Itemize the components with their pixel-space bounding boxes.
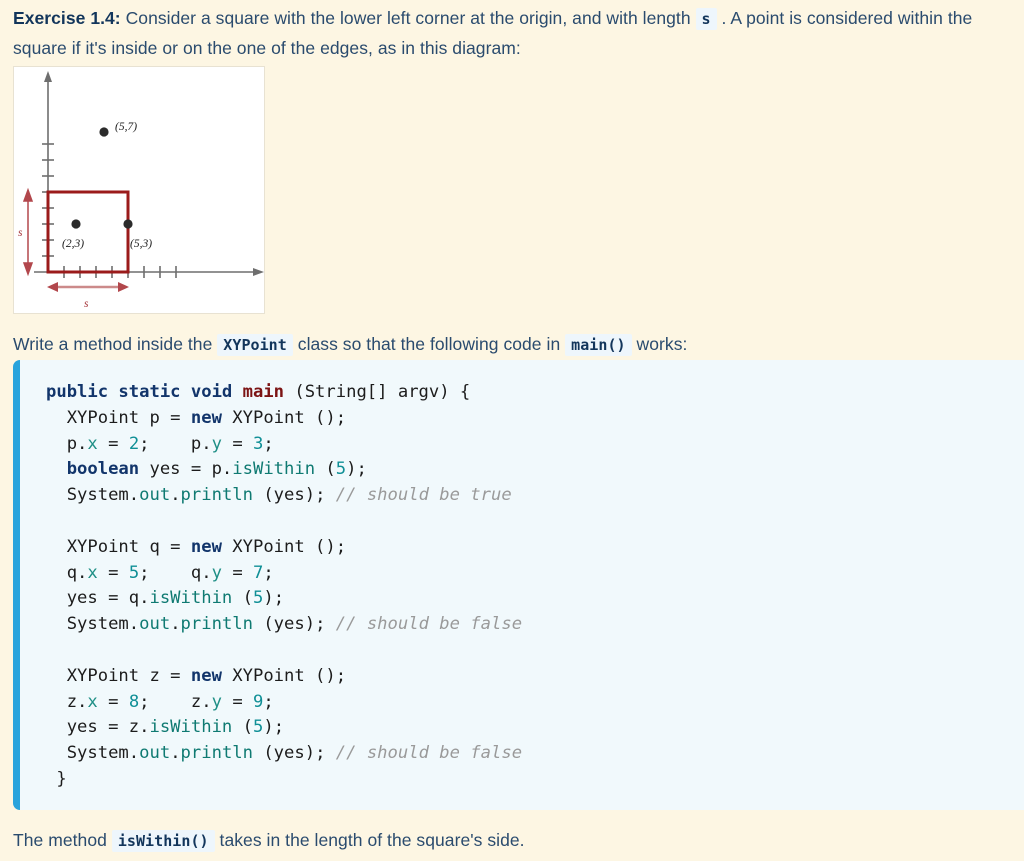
point-5-7 bbox=[99, 127, 109, 137]
inline-code-s: s bbox=[695, 8, 717, 30]
exercise-page: Exercise 1.4: Consider a square with the… bbox=[0, 0, 1024, 861]
vertical-side-measure bbox=[22, 187, 34, 277]
label-side-vertical: s bbox=[18, 227, 23, 239]
diagram-svg: (5,7) (2,3) (5,3) s s bbox=[18, 71, 264, 310]
instruction-text-part1: Write a method inside the bbox=[13, 334, 218, 354]
square-shape bbox=[46, 190, 130, 274]
intro-text-part1: Consider a square with the lower left co… bbox=[120, 8, 696, 28]
square-diagram: (5,7) (2,3) (5,3) s s bbox=[13, 66, 265, 314]
point-2-3 bbox=[71, 219, 81, 229]
closing-line: The method isWithin() takes in the lengt… bbox=[13, 826, 1013, 856]
horizontal-side-measure bbox=[47, 282, 129, 292]
intro-paragraph: Exercise 1.4: Consider a square with the… bbox=[13, 4, 1013, 63]
label-side-horizontal: s bbox=[84, 298, 89, 310]
instruction-text-part3: works: bbox=[631, 334, 688, 354]
closing-text-part2: takes in the length of the square's side… bbox=[214, 830, 525, 850]
instruction-text-part2: class so that the following code in bbox=[292, 334, 566, 354]
code-block: public static void main (String[] argv) … bbox=[13, 360, 1024, 810]
closing-text-part1: The method bbox=[13, 830, 112, 850]
code-content: public static void main (String[] argv) … bbox=[46, 382, 523, 789]
inline-code-xypoint: XYPoint bbox=[217, 334, 293, 356]
label-point-2-3: (2,3) bbox=[62, 238, 84, 250]
point-5-3 bbox=[123, 219, 133, 229]
instruction-line: Write a method inside the XYPoint class … bbox=[13, 330, 1013, 360]
exercise-label: Exercise 1.4: bbox=[13, 8, 121, 28]
label-point-5-3: (5,3) bbox=[130, 238, 152, 250]
label-point-5-7: (5,7) bbox=[115, 121, 137, 133]
inline-code-iswithin: isWithin() bbox=[111, 830, 215, 852]
inline-code-main: main() bbox=[565, 334, 632, 356]
